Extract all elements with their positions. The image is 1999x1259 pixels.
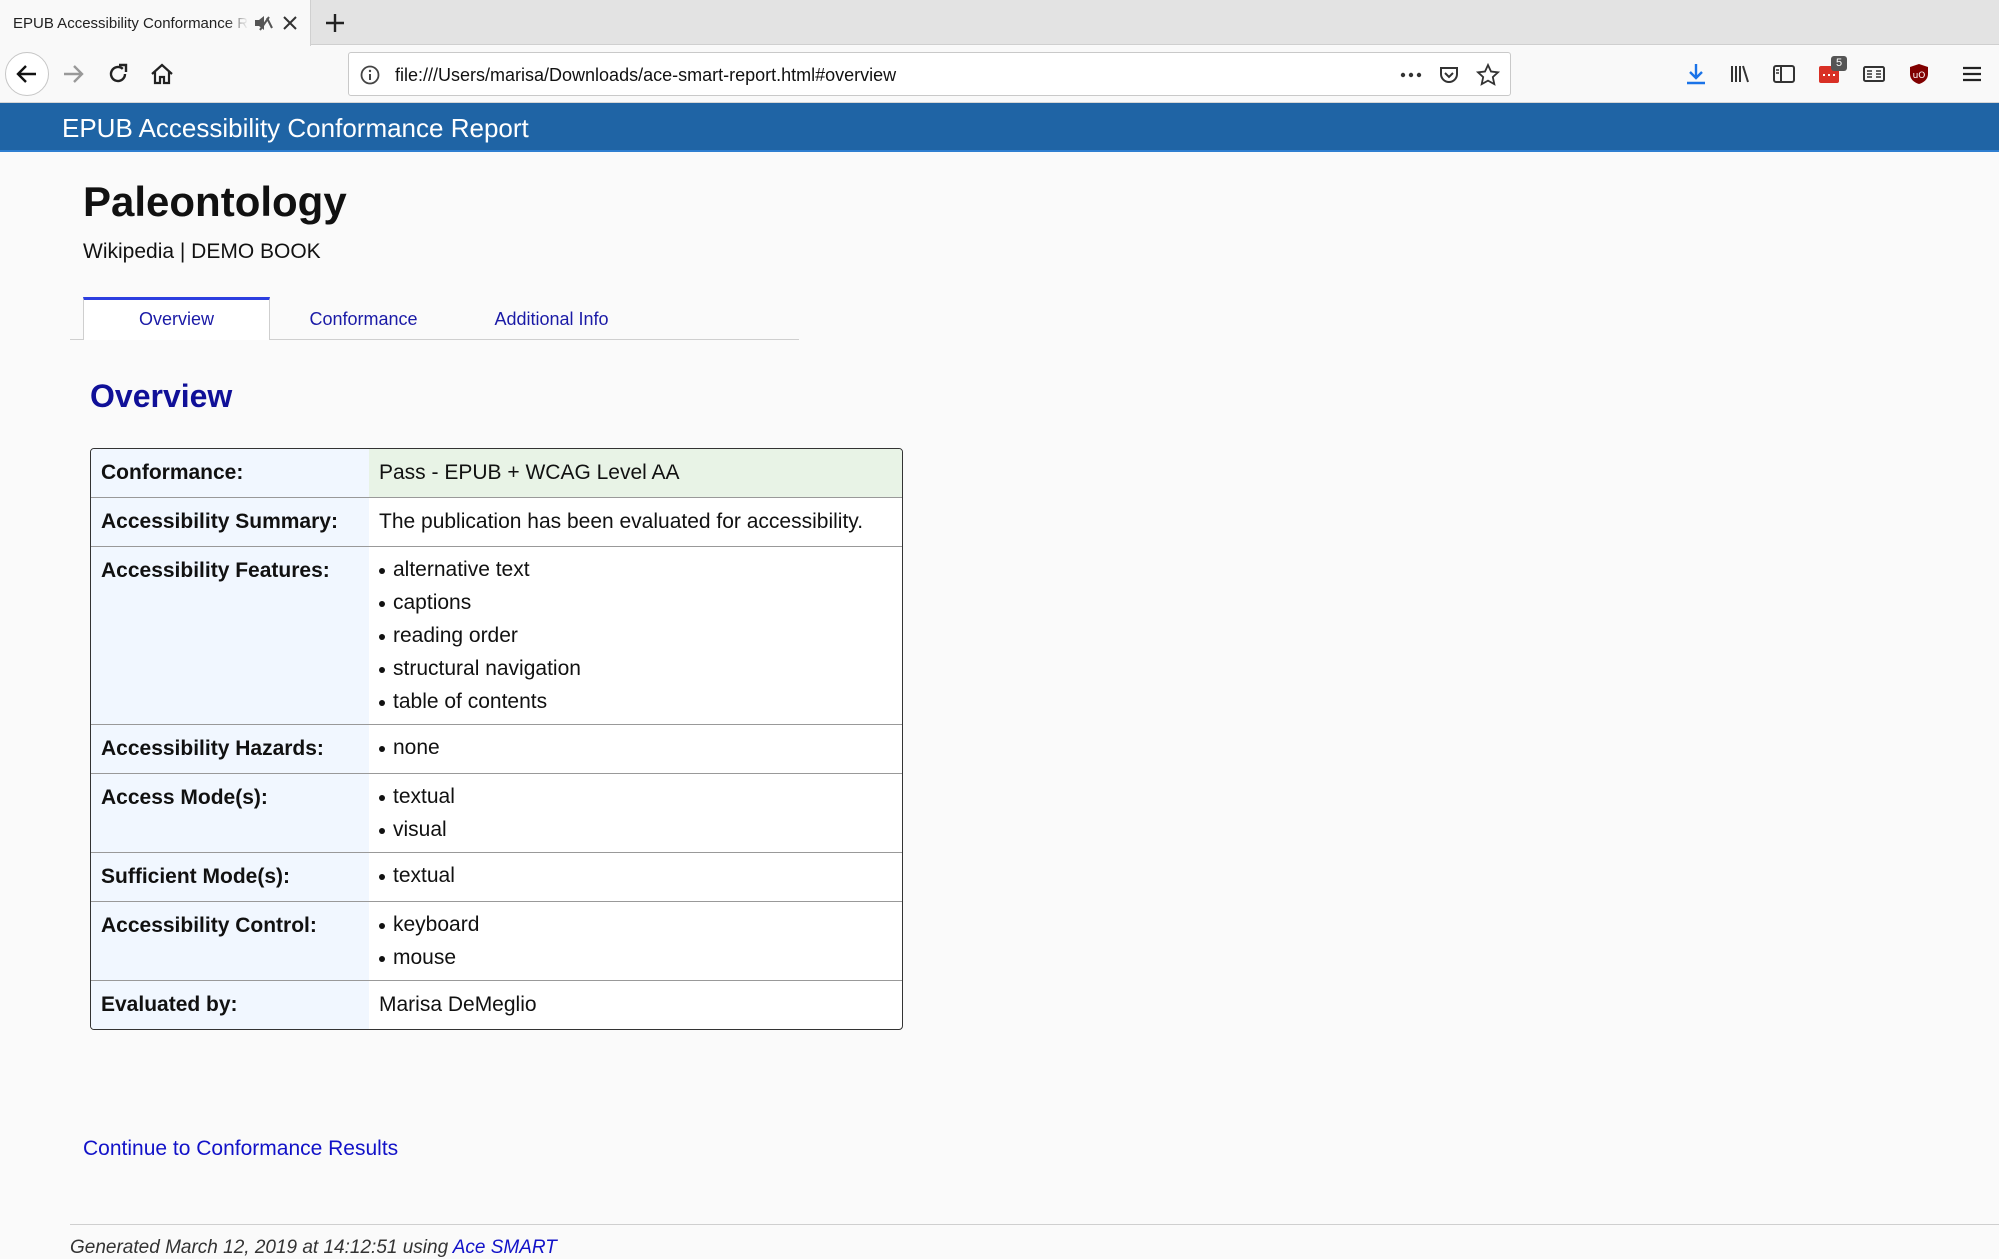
list-item: table of contents — [379, 685, 892, 718]
browser-tab[interactable]: EPUB Accessibility Conformance Report — [0, 0, 311, 46]
conformance-label: Conformance: — [91, 449, 369, 497]
footer-divider — [70, 1224, 1999, 1225]
sufficient-modes-value: textual — [369, 853, 902, 901]
list-item: reading order — [379, 619, 892, 652]
continue-to-conformance-link[interactable]: Continue to Conformance Results — [83, 1137, 398, 1161]
sufficient-modes-row: Sufficient Mode(s): textual — [91, 852, 902, 901]
conformance-value: Pass - EPUB + WCAG Level AA — [369, 449, 902, 497]
accessibility-hazards-list: none — [379, 731, 892, 764]
list-item: visual — [379, 813, 892, 846]
url-text[interactable]: file:///Users/marisa/Downloads/ace-smart… — [395, 65, 896, 86]
browser-tab-strip: EPUB Accessibility Conformance Report — [0, 0, 1999, 46]
book-subtitle: Wikipedia | DEMO BOOK — [83, 240, 321, 263]
reader-view-icon[interactable] — [1859, 59, 1889, 89]
site-info-icon[interactable] — [359, 64, 381, 86]
report-footer: Generated March 12, 2019 at 14:12:51 usi… — [70, 1237, 557, 1259]
tab-additional-info[interactable]: Additional Info — [457, 297, 646, 340]
accessibility-control-list: keyboard mouse — [379, 908, 892, 974]
list-item: structural navigation — [379, 652, 892, 685]
home-icon[interactable] — [147, 59, 177, 89]
extension-badge-count: 5 — [1831, 56, 1847, 71]
sidebar-icon[interactable] — [1769, 59, 1799, 89]
list-item: mouse — [379, 941, 892, 974]
overview-summary-table: Conformance: Pass - EPUB + WCAG Level AA… — [90, 448, 903, 1030]
footer-text: Generated March 12, 2019 at 14:12:51 usi… — [70, 1237, 449, 1258]
list-item: alternative text — [379, 553, 892, 586]
page-actions-more-icon[interactable] — [1397, 64, 1425, 86]
evaluated-by-value: Marisa DeMeglio — [379, 993, 537, 1016]
accessibility-summary-label: Accessibility Summary: — [91, 498, 369, 546]
downloads-icon[interactable] — [1681, 59, 1711, 89]
report-title: EPUB Accessibility Conformance Report — [62, 113, 529, 143]
evaluated-by-label: Evaluated by: — [91, 981, 369, 1029]
ace-smart-link[interactable]: Ace SMART — [453, 1237, 557, 1258]
back-arrow-icon[interactable] — [5, 52, 49, 96]
accessibility-summary-value: The publication has been evaluated for a… — [379, 510, 864, 533]
accessibility-features-list: alternative text captions reading order … — [379, 553, 892, 718]
list-item: textual — [379, 780, 892, 813]
sufficient-modes-label: Sufficient Mode(s): — [91, 853, 369, 901]
tab-conformance[interactable]: Conformance — [270, 297, 457, 340]
browser-tab-title: EPUB Accessibility Conformance Report — [13, 15, 248, 32]
tab-overview[interactable]: Overview — [83, 297, 270, 340]
conformance-row: Conformance: Pass - EPUB + WCAG Level AA — [91, 449, 902, 497]
reload-icon[interactable] — [103, 59, 133, 89]
new-tab-icon[interactable] — [322, 10, 348, 36]
evaluated-by-row: Evaluated by: Marisa DeMeglio — [91, 980, 902, 1029]
list-item: keyboard — [379, 908, 892, 941]
svg-text:uO: uO — [1913, 71, 1926, 81]
forward-arrow-icon[interactable] — [58, 59, 88, 89]
accessibility-hazards-label: Accessibility Hazards: — [91, 725, 369, 773]
book-title: Paleontology — [83, 178, 347, 225]
tab-close-icon[interactable] — [279, 12, 301, 34]
navigation-toolbar: file:///Users/marisa/Downloads/ace-smart… — [0, 46, 1999, 103]
library-icon[interactable] — [1725, 59, 1755, 89]
bookmark-star-icon[interactable] — [1475, 62, 1501, 88]
sufficient-modes-list: textual — [379, 859, 892, 892]
accessibility-hazards-value: none — [369, 725, 902, 773]
accessibility-control-label: Accessibility Control: — [91, 902, 369, 980]
overview-heading: Overview — [90, 378, 233, 414]
accessibility-control-row: Accessibility Control: keyboard mouse — [91, 901, 902, 980]
extension-todo-icon[interactable]: 5 — [1814, 56, 1847, 89]
report-header-banner: EPUB Accessibility Conformance Report — [0, 103, 1999, 152]
hamburger-menu-icon[interactable] — [1957, 59, 1987, 89]
tab-audio-muted-icon[interactable] — [252, 12, 274, 34]
access-modes-value: textual visual — [369, 774, 902, 852]
access-modes-row: Access Mode(s): textual visual — [91, 773, 902, 852]
access-modes-label: Access Mode(s): — [91, 774, 369, 852]
accessibility-control-value: keyboard mouse — [369, 902, 902, 980]
address-bar[interactable]: file:///Users/marisa/Downloads/ace-smart… — [348, 52, 1511, 96]
access-modes-list: textual visual — [379, 780, 892, 846]
accessibility-features-value: alternative text captions reading order … — [369, 547, 902, 724]
list-item: none — [379, 731, 892, 764]
accessibility-features-label: Accessibility Features: — [91, 547, 369, 724]
accessibility-hazards-row: Accessibility Hazards: none — [91, 724, 902, 773]
accessibility-features-row: Accessibility Features: alternative text… — [91, 546, 902, 724]
ublock-shield-icon[interactable]: uO — [1904, 59, 1934, 89]
pocket-icon[interactable] — [1437, 63, 1461, 87]
accessibility-summary-row: Accessibility Summary: The publication h… — [91, 497, 902, 546]
list-item: captions — [379, 586, 892, 619]
list-item: textual — [379, 859, 892, 892]
